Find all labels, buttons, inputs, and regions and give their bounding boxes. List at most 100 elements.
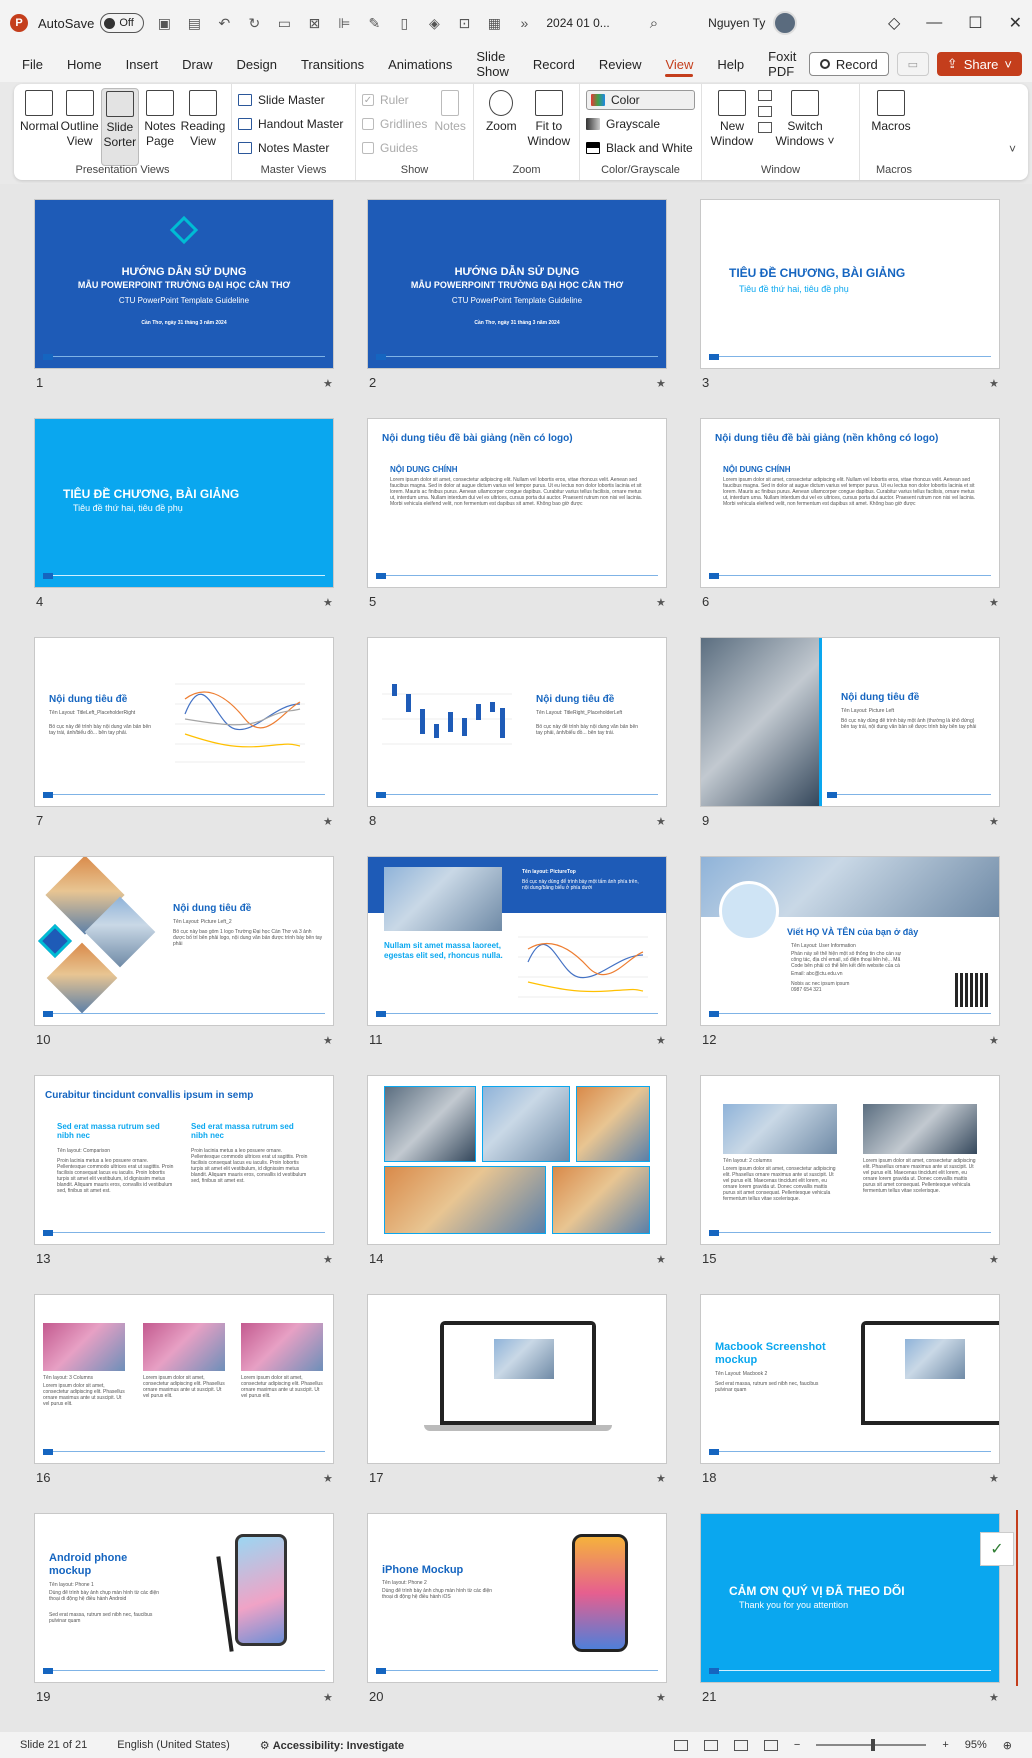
minimize-icon[interactable]: — <box>926 14 942 32</box>
new-window-button[interactable]: New Window <box>708 88 756 166</box>
zoom-slider-thumb[interactable] <box>871 1739 876 1751</box>
fill-color-icon[interactable]: ◈ <box>424 13 444 33</box>
user-account[interactable]: Nguyen Ty <box>708 11 798 35</box>
transition-star-icon[interactable]: ★ <box>989 815 999 828</box>
zoom-level[interactable]: 95% <box>965 1739 987 1751</box>
new-file-icon[interactable]: ▯ <box>394 13 414 33</box>
transition-star-icon[interactable]: ★ <box>989 1034 999 1047</box>
tab-home[interactable]: Home <box>55 46 114 82</box>
checkmark-icon[interactable]: ✓ <box>980 1532 1014 1566</box>
transition-star-icon[interactable]: ★ <box>656 1472 666 1485</box>
transition-star-icon[interactable]: ★ <box>323 1472 333 1485</box>
tab-draw[interactable]: Draw <box>170 46 224 82</box>
gridlines-checkbox[interactable]: Gridlines <box>362 114 427 134</box>
avatar[interactable] <box>773 11 798 35</box>
ruler-checkbox[interactable]: ✓ Ruler <box>362 90 427 110</box>
autosave-control[interactable]: AutoSave Off <box>38 13 145 33</box>
black-and-white-button[interactable]: Black and White <box>586 138 695 158</box>
tab-record[interactable]: Record <box>521 46 587 82</box>
fit-to-window-button[interactable]: Fit to Window <box>525 88 573 166</box>
transition-star-icon[interactable]: ★ <box>656 1691 666 1704</box>
tab-help[interactable]: Help <box>705 46 756 82</box>
search-icon[interactable]: ⌕ <box>650 15 658 32</box>
undo-icon[interactable]: ↶ <box>214 13 234 33</box>
close-icon[interactable]: ✕ <box>1009 13 1022 33</box>
guides-checkbox[interactable]: Guides <box>362 138 427 158</box>
switch-windows-button[interactable]: Switch Windows ˅ <box>774 88 836 166</box>
maximize-icon[interactable]: ☐ <box>968 13 982 33</box>
slide-thumbnail-15[interactable]: Tên layout: 2 columns Lorem ipsum dolor … <box>701 1076 999 1244</box>
tab-review[interactable]: Review <box>587 46 654 82</box>
zoom-slider[interactable] <box>816 1739 927 1751</box>
slide-thumbnail-10[interactable]: Nội dung tiêu đề Tên Layout: Picture Lef… <box>35 857 333 1025</box>
transition-star-icon[interactable]: ★ <box>989 1472 999 1485</box>
normal-view-button[interactable]: Normal <box>20 88 59 166</box>
slide-thumbnail-19[interactable]: Android phone mockup Tên layout: Phone 1… <box>35 1514 333 1682</box>
slide-sorter-icon[interactable] <box>703 1739 718 1751</box>
transition-star-icon[interactable]: ★ <box>656 1253 666 1266</box>
slide-thumbnail-21[interactable]: CẢM ƠN QUÝ VỊ ĐÃ THEO DÕI Thank you for … <box>701 1514 999 1682</box>
color-button[interactable]: Color <box>586 90 695 110</box>
transition-star-icon[interactable]: ★ <box>656 815 666 828</box>
tab-file[interactable]: File <box>10 46 55 82</box>
language-indicator[interactable]: English (United States) <box>117 1739 230 1751</box>
tab-insert[interactable]: Insert <box>114 46 171 82</box>
transition-star-icon[interactable]: ★ <box>323 377 333 390</box>
save-icon[interactable]: ▣ <box>154 13 174 33</box>
tab-slide-show[interactable]: Slide Show <box>464 46 521 82</box>
slide-thumbnail-11[interactable]: Tên layout: PictureTop Bố cục này dùng đ… <box>368 857 666 1025</box>
slide-thumbnail-5[interactable]: Nội dung tiêu đề bài giảng (nền có logo)… <box>368 419 666 587</box>
align-icon[interactable]: ⊫ <box>334 13 354 33</box>
transition-star-icon[interactable]: ★ <box>323 596 333 609</box>
cascade-icon[interactable] <box>758 106 772 117</box>
diamond-icon[interactable]: ◇ <box>888 13 900 33</box>
zoom-out-button[interactable]: − <box>794 1739 800 1751</box>
notes-master-button[interactable]: Notes Master <box>238 138 349 158</box>
transition-star-icon[interactable]: ★ <box>656 1034 666 1047</box>
transition-star-icon[interactable]: ★ <box>656 596 666 609</box>
accessibility-status[interactable]: ⚙ Accessibility: Investigate <box>260 1739 404 1752</box>
arrange-all-icon[interactable] <box>758 90 772 101</box>
normal-view-icon[interactable] <box>673 1739 688 1751</box>
slide-thumbnail-4[interactable]: TIÊU ĐỀ CHƯƠNG, BÀI GIẢNG Tiêu đề thứ ha… <box>35 419 333 587</box>
slide-sorter-button[interactable]: Slide Sorter <box>100 88 139 166</box>
tab-view[interactable]: View <box>653 46 705 82</box>
move-split-icon[interactable] <box>758 122 772 133</box>
notes-page-button[interactable]: Notes Page <box>141 88 179 166</box>
slide-thumbnail-14[interactable] <box>368 1076 666 1244</box>
slide-master-button[interactable]: Slide Master <box>238 90 349 110</box>
transition-star-icon[interactable]: ★ <box>323 815 333 828</box>
slide-thumbnail-8[interactable]: Nội dung tiêu đề Tên Layout: TitleRight_… <box>368 638 666 806</box>
tab-design[interactable]: Design <box>225 46 289 82</box>
autosave-toggle[interactable]: Off <box>100 13 145 33</box>
slide-thumbnail-9[interactable]: Nội dung tiêu đề Tên Layout: Picture Lef… <box>701 638 999 806</box>
transition-star-icon[interactable]: ★ <box>323 1691 333 1704</box>
close-shape-icon[interactable]: ⊠ <box>304 13 324 33</box>
reading-view-icon[interactable] <box>733 1739 748 1751</box>
file-name[interactable]: 2024 01 0... <box>546 16 609 30</box>
notes-button[interactable]: Notes <box>433 88 467 158</box>
slide-thumbnail-2[interactable]: HƯỚNG DẪN SỬ DỤNG MẪU POWERPOINT TRƯỜNG … <box>368 200 666 368</box>
slide-thumbnail-12[interactable]: Viết HỌ VÀ TÊN của bạn ở đây Tên Layout:… <box>701 857 999 1025</box>
transition-star-icon[interactable]: ★ <box>989 596 999 609</box>
slide-thumbnail-16[interactable]: Tên layout: 3 Columns Lorem ipsum dolor … <box>35 1295 333 1463</box>
collapse-ribbon-icon[interactable]: ˅ <box>1009 142 1016 156</box>
record-button[interactable]: Record <box>808 52 889 76</box>
textbox-icon[interactable]: ⊡ <box>454 13 474 33</box>
tab-foxit-pdf[interactable]: Foxit PDF <box>756 46 809 82</box>
transition-star-icon[interactable]: ★ <box>656 377 666 390</box>
save-as-icon[interactable]: ▤ <box>184 13 204 33</box>
outline-view-button[interactable]: Outline View <box>61 88 99 166</box>
tab-animations[interactable]: Animations <box>376 46 464 82</box>
zoom-in-button[interactable]: + <box>942 1739 948 1751</box>
transition-star-icon[interactable]: ★ <box>989 1253 999 1266</box>
transition-star-icon[interactable]: ★ <box>323 1034 333 1047</box>
layout-icon[interactable]: ▦ <box>484 13 504 33</box>
format-painter-icon[interactable]: ✎ <box>364 13 384 33</box>
macros-button[interactable]: Macros <box>866 88 916 166</box>
fit-slide-icon[interactable]: ⊕ <box>1003 1739 1012 1752</box>
slide-thumbnail-6[interactable]: Nội dung tiêu đề bài giảng (nền không có… <box>701 419 999 587</box>
more-commands-icon[interactable]: » <box>514 13 534 33</box>
slide-thumbnail-18[interactable]: Macbook Screenshot mockup Tên Layout: Ma… <box>701 1295 999 1463</box>
slide-show-icon[interactable] <box>763 1739 778 1751</box>
